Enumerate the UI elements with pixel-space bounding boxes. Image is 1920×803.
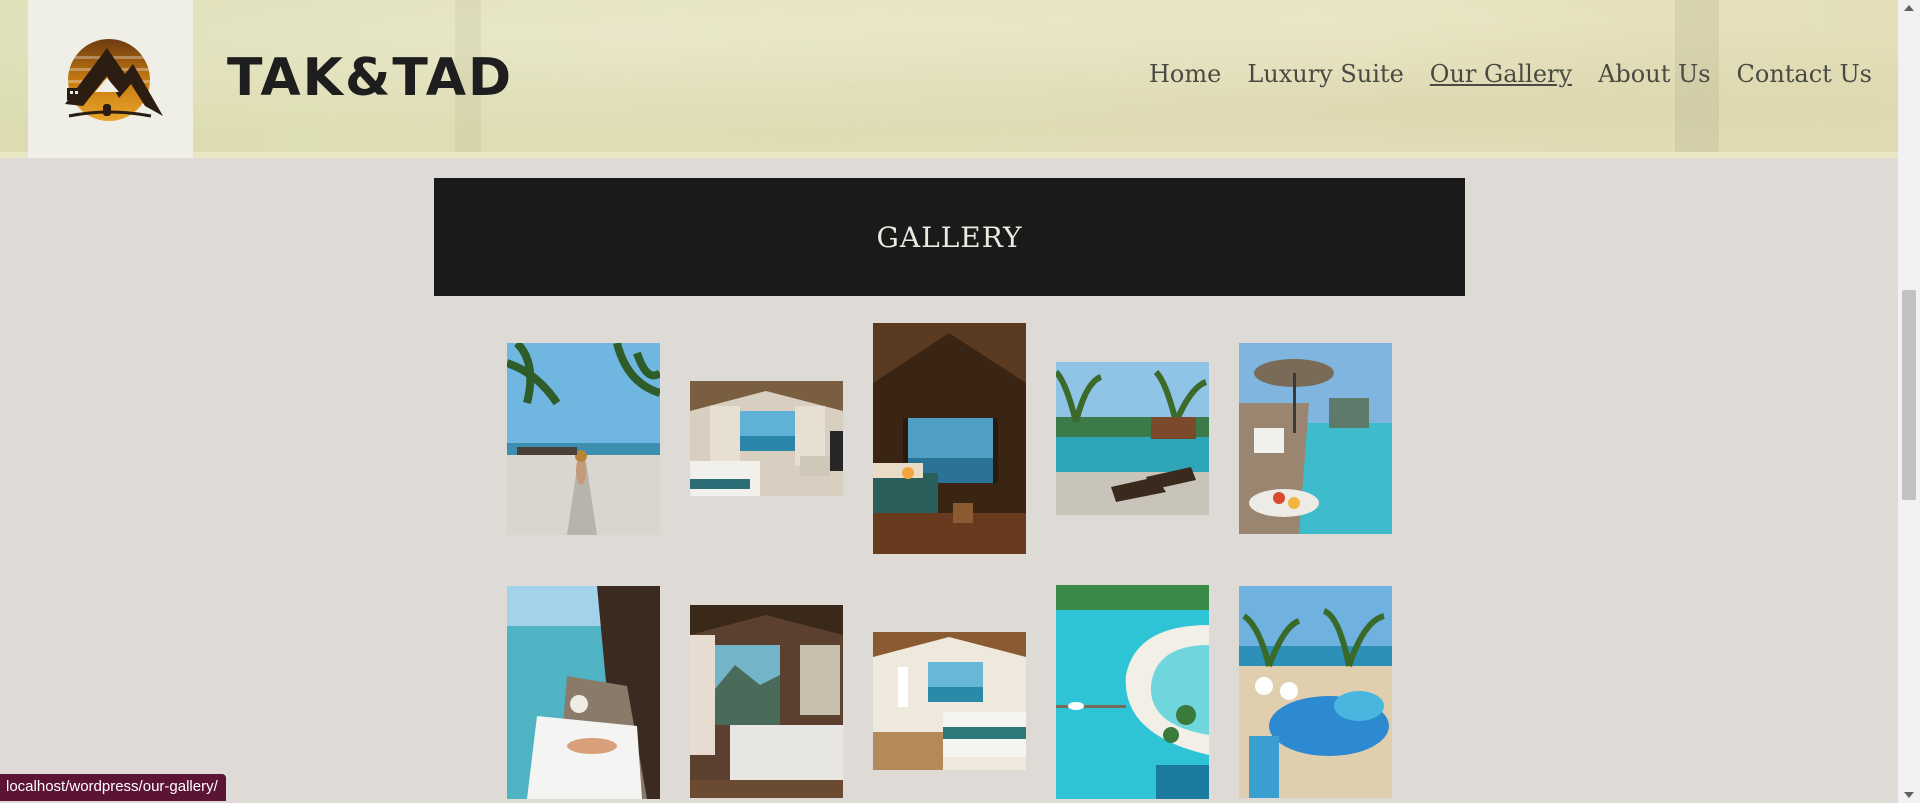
header-stripe — [0, 152, 1898, 158]
brand-title[interactable]: TAK&TAD — [227, 48, 513, 108]
rustic-bedroom-view-photo[interactable] — [690, 605, 843, 798]
tropical-suite-photo[interactable] — [873, 632, 1026, 770]
site-logo[interactable] — [28, 0, 193, 158]
nav-luxury-suite[interactable]: Luxury Suite — [1247, 60, 1403, 88]
beach-walk-photo[interactable] — [507, 343, 660, 535]
gallery-banner: GALLERY — [434, 178, 1465, 296]
main-nav: Home Luxury Suite Our Gallery About Us C… — [1149, 60, 1872, 88]
bedroom-ocean-view-photo[interactable] — [690, 381, 843, 496]
nav-home[interactable]: Home — [1149, 60, 1221, 88]
aerial-lagoon-photo[interactable] — [1056, 585, 1209, 799]
nav-our-gallery[interactable]: Our Gallery — [1430, 60, 1572, 88]
gallery-title: GALLERY — [876, 220, 1023, 254]
scrollbar-thumb[interactable] — [1902, 290, 1916, 500]
infinity-pool-loungers-photo[interactable] — [1056, 362, 1209, 515]
mountain-house-logo-icon — [62, 39, 163, 121]
scroll-up-icon[interactable] — [1904, 5, 1914, 11]
overwater-deck-relax-photo[interactable] — [507, 586, 660, 799]
poolside-breakfast-photo[interactable] — [1239, 343, 1392, 534]
link-status-url: localhost/wordpress/our-gallery/ — [0, 774, 226, 801]
wooden-villa-interior-photo[interactable] — [873, 323, 1026, 554]
resort-pool-aerial-photo[interactable] — [1239, 586, 1392, 798]
nav-about-us[interactable]: About Us — [1598, 60, 1710, 88]
nav-contact-us[interactable]: Contact Us — [1737, 60, 1872, 88]
page-scrollbar[interactable] — [1898, 0, 1920, 803]
scroll-down-icon[interactable] — [1904, 792, 1914, 798]
